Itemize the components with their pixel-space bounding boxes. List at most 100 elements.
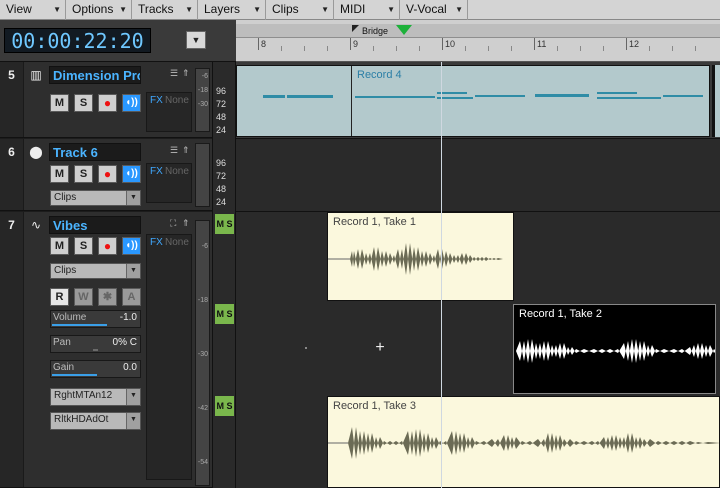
menu-v-vocal[interactable]: V-Vocal ▼: [400, 0, 468, 20]
fx-bin[interactable]: FX None: [146, 234, 192, 480]
write-automation-button[interactable]: W: [74, 288, 93, 306]
menu-clips[interactable]: Clips ▼: [266, 0, 334, 20]
measure-label: 11: [537, 39, 547, 49]
ruler-tick: [534, 38, 535, 50]
fullscreen-icon[interactable]: ⛶: [170, 218, 180, 228]
level-meter: -6 -18 -30: [195, 68, 210, 132]
lane-mute-solo[interactable]: M S: [215, 214, 234, 234]
track-number: 6: [0, 139, 24, 210]
gain-slider[interactable]: Gain 0.0: [50, 360, 141, 378]
volume-level: [52, 324, 108, 326]
fx-bin[interactable]: FX None: [146, 163, 192, 203]
menu-icon[interactable]: ☰: [170, 145, 180, 155]
fx-bin[interactable]: FX None: [146, 92, 192, 132]
audio-clip[interactable]: Record 1, Take 3: [327, 396, 720, 488]
measure-label: 10: [445, 39, 456, 49]
input-echo-button[interactable]: ◖)): [122, 165, 141, 183]
menu-layers[interactable]: Layers ▼: [198, 0, 266, 20]
chevron-down-icon: ▼: [185, 5, 193, 14]
audio-clip[interactable]: Record 1, Take 1: [327, 212, 514, 301]
chevron-down-icon: ▼: [126, 413, 140, 429]
now-time-flag[interactable]: [396, 25, 412, 35]
menu-icon[interactable]: ☰: [170, 68, 180, 78]
lane-dot: [305, 347, 307, 349]
chevron-down-icon: ▼: [321, 5, 329, 14]
chevron-down-icon: ▼: [126, 264, 140, 278]
solo-button[interactable]: S: [74, 94, 93, 112]
record-arm-button[interactable]: ●: [98, 165, 117, 183]
measure-label: 12: [629, 39, 640, 49]
midi-icon: ⬤: [29, 145, 43, 159]
level-meter: [195, 143, 210, 207]
track-name[interactable]: Dimension Pro: [49, 66, 141, 84]
collapse-icon[interactable]: ⇑: [182, 68, 192, 78]
crosshair-cursor-icon: +: [375, 339, 385, 356]
volume-slider[interactable]: Volume -1.0: [50, 310, 141, 328]
track-name[interactable]: Track 6: [49, 143, 141, 161]
track-header-5[interactable]: 5 ▥ Dimension Pro ☰ ⇑ M S ● ◖)) FX None …: [0, 62, 212, 138]
chevron-down-icon: ▼: [119, 5, 127, 14]
chevron-down-icon: ▼: [455, 5, 463, 14]
midi-clip[interactable]: Record 4: [236, 65, 710, 137]
input-echo-button[interactable]: ◖)): [122, 237, 141, 255]
time-display[interactable]: 00:00:22:20: [4, 28, 151, 53]
ruler-tick: [258, 38, 259, 50]
collapse-icon[interactable]: ⇑: [182, 218, 192, 228]
track-header-6[interactable]: 6 ⬤ Track 6 ☰ ⇑ M S ● ◖)) Clips ▼ FX Non…: [0, 139, 212, 211]
ruler-tick: [442, 38, 443, 50]
measure-label: 8: [261, 39, 267, 49]
time-format-dropdown[interactable]: ▼: [186, 31, 206, 49]
waveform: [516, 339, 715, 363]
input-dropdown[interactable]: RghtMTAn12 ▼: [50, 388, 141, 406]
midi-clip-next[interactable]: [712, 65, 720, 137]
marker-strip[interactable]: [236, 24, 720, 38]
gain-level: [52, 374, 97, 376]
mute-button[interactable]: M: [50, 94, 69, 112]
chevron-down-icon: ▼: [126, 389, 140, 405]
ruler-tick: [350, 38, 351, 50]
ruler-tick: [626, 38, 627, 50]
menu-midi[interactable]: MIDI ▼: [334, 0, 400, 20]
track-number: 5: [0, 62, 24, 137]
record-arm-button[interactable]: ●: [98, 94, 117, 112]
mute-button[interactable]: M: [50, 165, 69, 183]
level-meter: -6 -18 -30 -42 -54: [195, 220, 210, 486]
pan-slider[interactable]: Pan 0% C: [50, 335, 141, 353]
solo-button[interactable]: S: [74, 165, 93, 183]
waveform: [328, 427, 719, 459]
chevron-down-icon: ▼: [53, 5, 61, 14]
waveform: [328, 243, 513, 275]
mute-button[interactable]: M: [50, 237, 69, 255]
archive-button[interactable]: A: [122, 288, 141, 306]
input-echo-button[interactable]: ◖)): [122, 94, 141, 112]
audio-clip-selected[interactable]: Record 1, Take 2: [513, 304, 716, 394]
track-header-7[interactable]: 7 ∿ Vibes ⛶ ⇑ M S ● ◖)) Clips ▼ R W ✱ A …: [0, 212, 212, 488]
pan-level: [92, 349, 99, 351]
read-automation-button[interactable]: R: [50, 288, 69, 306]
track-number: 7: [0, 212, 24, 487]
track-view-dropdown[interactable]: Clips ▼: [50, 263, 141, 279]
waveform-icon: ∿: [30, 218, 42, 232]
freeze-button[interactable]: ✱: [98, 288, 117, 306]
record-arm-button[interactable]: ●: [98, 237, 117, 255]
track-name[interactable]: Vibes: [49, 216, 141, 234]
bridge-marker[interactable]: Bridge: [352, 25, 398, 37]
clip-name: Record 4: [357, 69, 402, 81]
output-dropdown[interactable]: RltkHDAdOt ▼: [50, 412, 141, 430]
chevron-down-icon: ▼: [253, 5, 261, 14]
menu-options[interactable]: Options ▼: [66, 0, 132, 20]
solo-button[interactable]: S: [74, 237, 93, 255]
track-lane-6[interactable]: [236, 139, 720, 212]
synth-icon: ▥: [30, 68, 42, 82]
collapse-icon[interactable]: ⇑: [182, 145, 192, 155]
measure-label: 9: [353, 39, 359, 49]
now-time-line: [441, 62, 442, 488]
lane-mute-solo[interactable]: M S: [215, 304, 234, 324]
menu-view[interactable]: View ▼: [0, 0, 66, 20]
track-view-dropdown[interactable]: Clips ▼: [50, 190, 141, 206]
chevron-down-icon: ▼: [387, 5, 395, 14]
chevron-down-icon: ▼: [126, 191, 140, 205]
menu-tracks[interactable]: Tracks ▼: [132, 0, 198, 20]
lane-mute-solo[interactable]: M S: [215, 396, 234, 416]
menu-bar: View ▼ Options ▼ Tracks ▼ Layers ▼ Clips ▼ MI…: [0, 0, 720, 20]
